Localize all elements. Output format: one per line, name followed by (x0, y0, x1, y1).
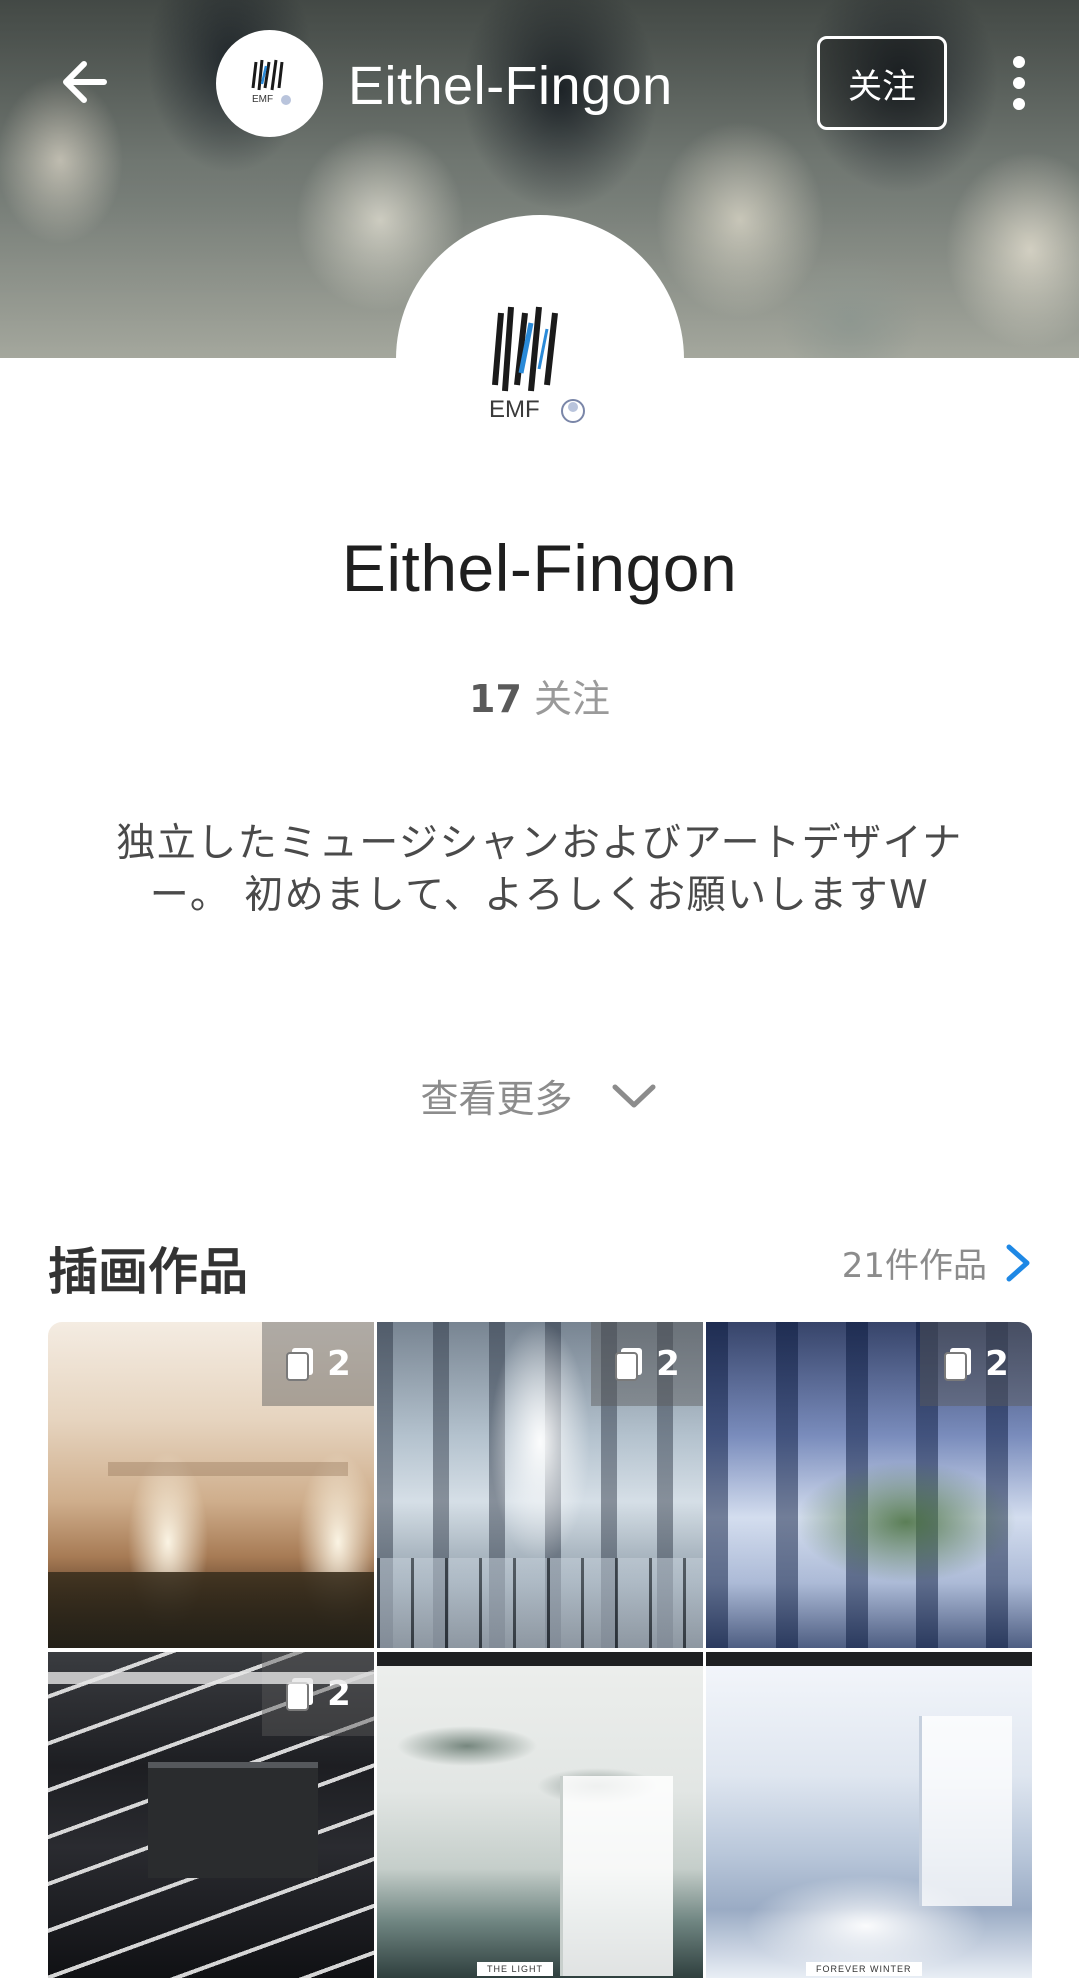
emf-logo-icon: EMF (251, 59, 291, 105)
svg-text:EMF: EMF (252, 94, 273, 105)
pages-icon (286, 1348, 314, 1381)
chevron-down-icon (612, 1084, 655, 1107)
emf-logo-icon: EMF (489, 306, 585, 423)
profile-name: Eithel-Fingon (341, 531, 738, 605)
profile-avatar[interactable]: EMF (396, 215, 684, 503)
pages-icon (286, 1678, 314, 1711)
header-avatar[interactable]: EMF (216, 30, 323, 137)
pages-icon (615, 1348, 643, 1381)
more-options-button[interactable] (994, 48, 1044, 118)
view-all-works-link[interactable]: 21件作品 (842, 1238, 1035, 1287)
artwork-thumbnail[interactable]: 2 (377, 1322, 703, 1648)
back-button[interactable] (52, 50, 116, 114)
artwork-grid: 2 2 2 2 THE LIGHT FOREVER WINTER (48, 1322, 1032, 1981)
section-title-illustrations: 插画作品 (48, 1243, 248, 1301)
artwork-thumbnail[interactable]: 2 (706, 1322, 1032, 1648)
artwork-thumbnail[interactable]: 2 (48, 1652, 374, 1978)
artwork-caption: FOREVER WINTER (806, 1962, 922, 1976)
page-count-badge: 2 (262, 1652, 374, 1736)
artwork-thumbnail[interactable]: THE LIGHT (377, 1652, 703, 1978)
works-count-label: 21件作品 (841, 1246, 987, 1286)
page-count: 2 (327, 1344, 351, 1384)
follow-button[interactable]: 关注 (817, 36, 947, 130)
artwork-caption: THE LIGHT (477, 1962, 554, 1976)
following-count[interactable]: 17 关注 (0, 668, 1079, 723)
artwork-thumbnail[interactable]: FOREVER WINTER (706, 1652, 1032, 1978)
profile-bio: 独立したミュージシャンおよびアートデザイナー。 初めまして、よろしくお願いします… (116, 821, 963, 918)
arrow-left-icon (63, 61, 107, 103)
chevron-right-icon (1006, 1244, 1030, 1281)
see-more-button[interactable]: 查看更多 (0, 1068, 1079, 1123)
avatar-logo-text: EMF (489, 396, 540, 423)
page-count-badge: 2 (591, 1322, 703, 1406)
page-count: 2 (656, 1344, 680, 1384)
page-count: 2 (985, 1344, 1009, 1384)
following-label: 关注 (533, 677, 610, 721)
page-count: 2 (327, 1674, 351, 1714)
header-title: Eithel-Fingon (348, 56, 673, 116)
see-more-label: 查看更多 (420, 1077, 573, 1121)
more-vertical-icon (1013, 56, 1025, 110)
page-count-badge: 2 (920, 1322, 1032, 1406)
pages-icon (944, 1348, 972, 1381)
artwork-thumbnail[interactable]: 2 (48, 1322, 374, 1648)
page-count-badge: 2 (262, 1322, 374, 1406)
following-number: 17 (469, 677, 522, 721)
